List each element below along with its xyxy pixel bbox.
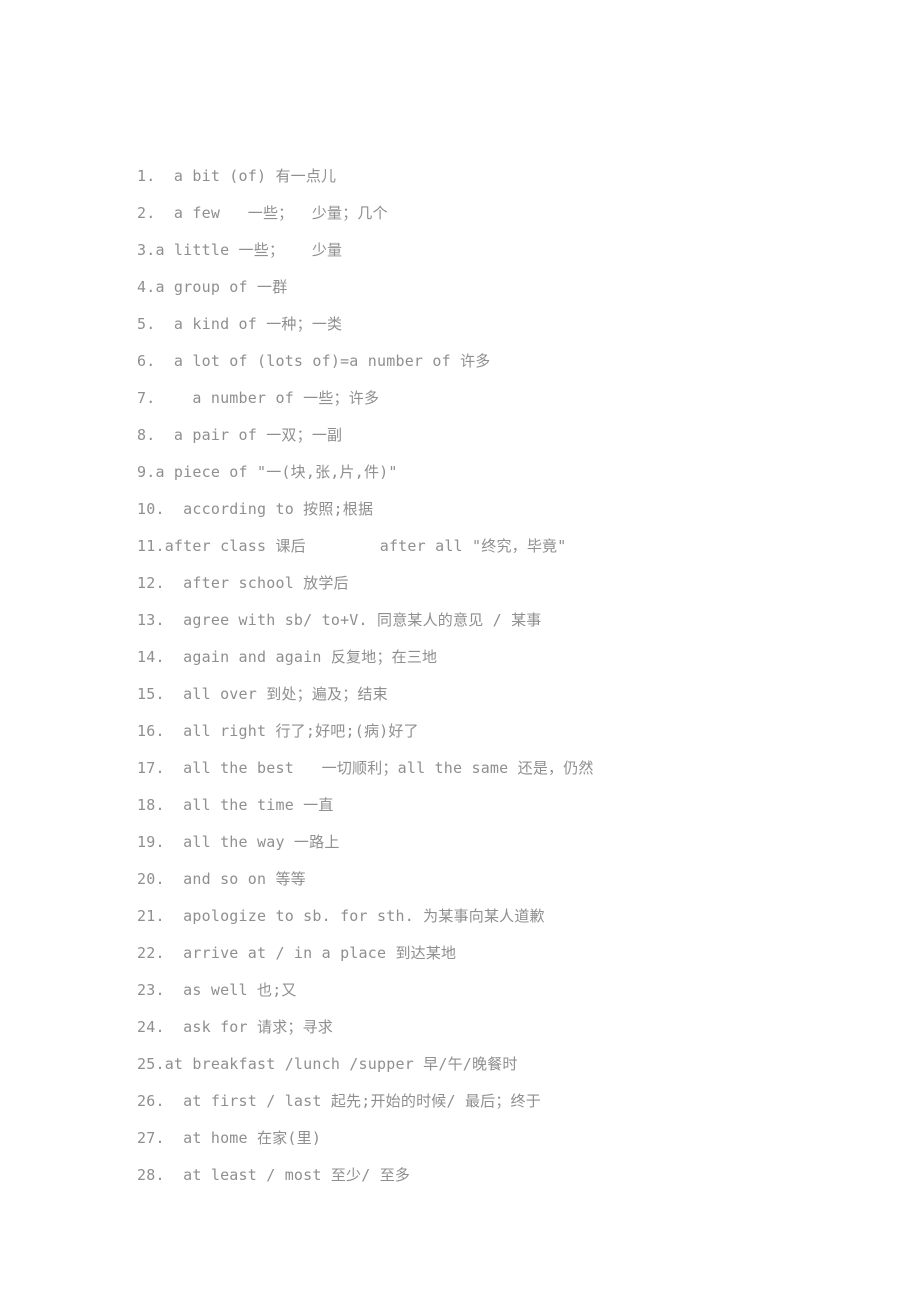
list-item: 24. ask for 请求；寻求 [137, 1018, 334, 1036]
list-item: 26. at first / last 起先;开始的时候/ 最后；终于 [137, 1092, 541, 1110]
list-item: 13. agree with sb/ to+V. 同意某人的意见 / 某事 [137, 611, 542, 629]
list-item: 21. apologize to sb. for sth. 为某事向某人道歉 [137, 907, 545, 925]
list-item: 22. arrive at / in a place 到达某地 [137, 944, 457, 962]
list-item: 9.a piece of "一(块,张,片,件)" [137, 463, 398, 481]
document-page: 1. a bit (of) 有一点儿 2. a few 一些； 少量；几个 3.… [0, 0, 920, 1302]
list-item: 28. at least / most 至少/ 至多 [137, 1166, 411, 1184]
list-item: 14. again and again 反复地；在三地 [137, 648, 438, 666]
list-item: 10. according to 按照;根据 [137, 500, 374, 518]
list-item: 16. all right 行了;好吧;(病)好了 [137, 722, 419, 740]
list-item: 18. all the time 一直 [137, 796, 334, 814]
list-item: 20. and so on 等等 [137, 870, 306, 888]
list-item: 25.at breakfast /lunch /supper 早/午/晚餐时 [137, 1055, 518, 1073]
list-item: 1. a bit (of) 有一点儿 [137, 167, 337, 185]
list-item: 23. as well 也;又 [137, 981, 297, 999]
list-item: 6. a lot of (lots of)=a number of 许多 [137, 352, 491, 370]
list-item: 8. a pair of 一双；一副 [137, 426, 343, 444]
list-item: 15. all over 到处；遍及；结束 [137, 685, 388, 703]
list-item: 5. a kind of 一种；一类 [137, 315, 343, 333]
list-item: 3.a little 一些； 少量 [137, 241, 343, 259]
list-item: 17. all the best 一切顺利；all the same 还是，仍然 [137, 759, 594, 777]
list-item: 19. all the way 一路上 [137, 833, 340, 851]
list-item: 11.after class 课后 after all "终究，毕竟" [137, 537, 567, 555]
list-item: 4.a group of 一群 [137, 278, 288, 296]
vocabulary-list: 1. a bit (of) 有一点儿 2. a few 一些； 少量；几个 3.… [137, 158, 900, 1194]
list-item: 27. at home 在家(里) [137, 1129, 322, 1147]
list-item: 2. a few 一些； 少量；几个 [137, 204, 388, 222]
list-item: 7. a number of 一些；许多 [137, 389, 380, 407]
list-item: 12. after school 放学后 [137, 574, 349, 592]
